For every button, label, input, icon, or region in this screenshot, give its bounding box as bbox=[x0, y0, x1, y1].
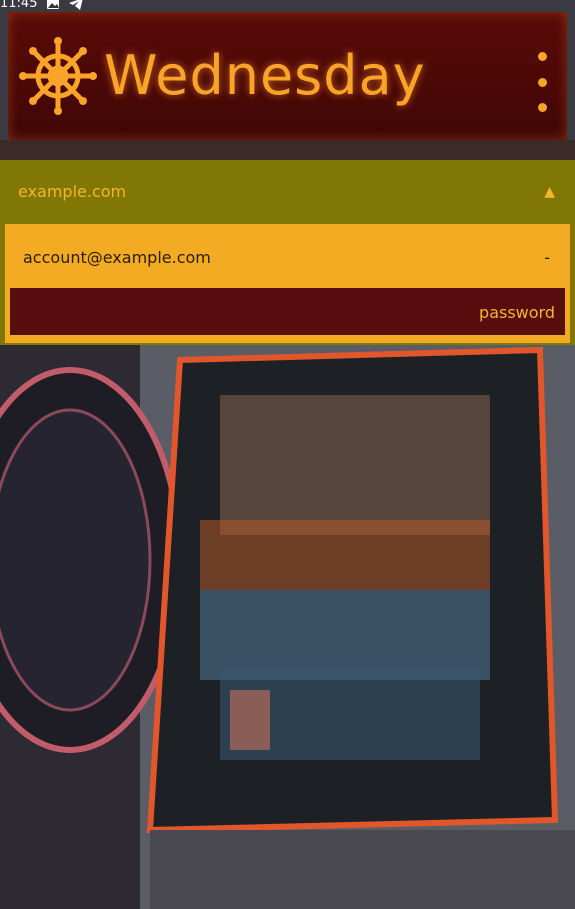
account-card: account@example.com - password bbox=[5, 224, 570, 343]
menu-dot bbox=[537, 77, 547, 87]
image-icon bbox=[47, 0, 59, 9]
menu-dot bbox=[537, 103, 547, 112]
telegram-icon bbox=[69, 0, 83, 10]
account-label: account@example.com bbox=[23, 248, 211, 267]
account-action[interactable]: - bbox=[544, 248, 550, 267]
password-label: password bbox=[479, 303, 555, 322]
status-time: 11:45 bbox=[0, 0, 38, 11]
app-bar: Wednesday bbox=[8, 12, 567, 140]
menu-dot bbox=[537, 52, 547, 61]
app-title: Wednesday bbox=[104, 44, 426, 107]
ship-wheel-icon bbox=[19, 37, 97, 115]
collapse-arrow-icon[interactable]: ▲ bbox=[544, 184, 555, 200]
account-row[interactable]: account@example.com - bbox=[5, 224, 570, 288]
domain-label: example.com bbox=[18, 182, 127, 201]
more-vert-icon[interactable] bbox=[527, 52, 557, 112]
domain-header[interactable]: example.com ▲ bbox=[0, 160, 575, 224]
domain-panel: example.com ▲ account@example.com - pass… bbox=[0, 160, 575, 345]
password-button[interactable]: password bbox=[10, 288, 565, 335]
